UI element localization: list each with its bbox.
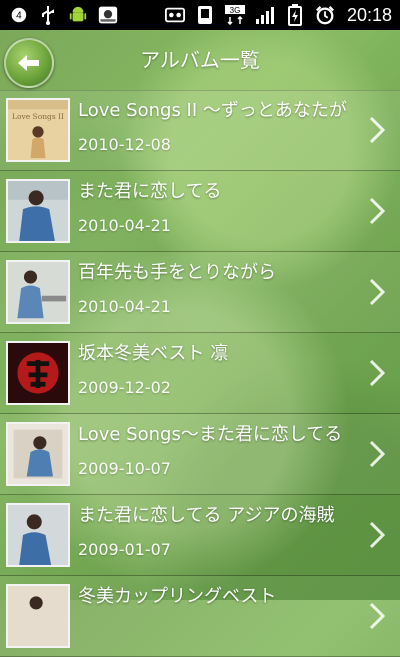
album-list: Love Songs II Love Songs II ～ずっとあなたが 201… — [0, 90, 400, 657]
album-cover — [6, 584, 70, 648]
battery-icon — [285, 4, 305, 26]
status-time: 20:18 — [346, 4, 392, 25]
chevron-right-icon — [364, 439, 390, 469]
sd-card-icon — [164, 5, 185, 25]
album-cover — [6, 503, 70, 567]
album-info: Love Songs II ～ずっとあなたが 2010-12-08 — [78, 100, 356, 154]
album-title: Love Songs～また君に恋してる — [78, 424, 343, 445]
android-icon — [68, 5, 88, 25]
svg-text:3G: 3G — [230, 6, 241, 15]
signal-icon — [255, 5, 275, 25]
phone-icon — [195, 5, 215, 25]
status-bar: 4 3G 20:18 — [0, 0, 400, 30]
album-cover: Love Songs II — [6, 98, 70, 162]
album-row[interactable]: 冬美カップリングベスト — [0, 576, 400, 657]
usb-icon — [38, 5, 58, 25]
alarm-icon — [315, 5, 335, 25]
app-icon — [98, 5, 118, 25]
album-title: また君に恋してる — [78, 181, 222, 202]
album-date: 2009-01-07 — [78, 540, 171, 559]
album-title: 坂本冬美ベスト 凛 — [78, 343, 229, 364]
chevron-right-icon — [364, 115, 390, 145]
album-info: 坂本冬美ベスト 凛 2009-12-02 — [78, 343, 356, 397]
page-title: アルバム一覧 — [140, 48, 260, 72]
chevron-right-icon — [364, 196, 390, 226]
app-header: アルバム一覧 — [0, 30, 400, 91]
album-row[interactable]: Love Songs～また君に恋してる 2009-10-07 — [0, 414, 400, 495]
album-info: 冬美カップリングベスト — [78, 586, 356, 622]
album-row[interactable]: Love Songs II Love Songs II ～ずっとあなたが 201… — [0, 90, 400, 171]
chevron-right-icon — [364, 520, 390, 550]
album-info: 百年先も手をとりながら 2010-04-21 — [78, 262, 356, 316]
album-date: 2010-04-21 — [78, 297, 171, 316]
album-title: 冬美カップリングベスト — [78, 586, 277, 607]
album-date: 2010-12-08 — [78, 135, 171, 154]
chevron-right-icon — [364, 601, 390, 631]
album-title: 百年先も手をとりながら — [78, 262, 276, 283]
album-row[interactable]: また君に恋してる アジアの海賊 2009-01-07 — [0, 495, 400, 576]
album-cover — [6, 260, 70, 324]
album-row[interactable]: また君に恋してる 2010-04-21 — [0, 171, 400, 252]
chevron-right-icon — [364, 277, 390, 307]
album-title: また君に恋してる アジアの海賊 — [78, 505, 335, 526]
album-info: また君に恋してる アジアの海賊 2009-01-07 — [78, 505, 356, 559]
chevron-right-icon — [364, 358, 390, 388]
svg-text:4: 4 — [16, 11, 22, 22]
album-cover — [6, 341, 70, 405]
3g-icon: 3G — [224, 5, 245, 25]
album-info: Love Songs～また君に恋してる 2009-10-07 — [78, 424, 356, 478]
album-date: 2009-10-07 — [78, 459, 171, 478]
album-cover — [6, 179, 70, 243]
album-date: 2010-04-21 — [78, 216, 171, 235]
notification-badge-icon: 4 — [8, 5, 28, 25]
album-row[interactable]: 坂本冬美ベスト 凛 2009-12-02 — [0, 333, 400, 414]
svg-text:Love Songs II: Love Songs II — [12, 112, 64, 121]
album-info: また君に恋してる 2010-04-21 — [78, 181, 356, 235]
album-title: Love Songs II ～ずっとあなたが — [78, 100, 347, 121]
album-date: 2009-12-02 — [78, 378, 171, 397]
album-row[interactable]: 百年先も手をとりながら 2010-04-21 — [0, 252, 400, 333]
album-cover — [6, 422, 70, 486]
